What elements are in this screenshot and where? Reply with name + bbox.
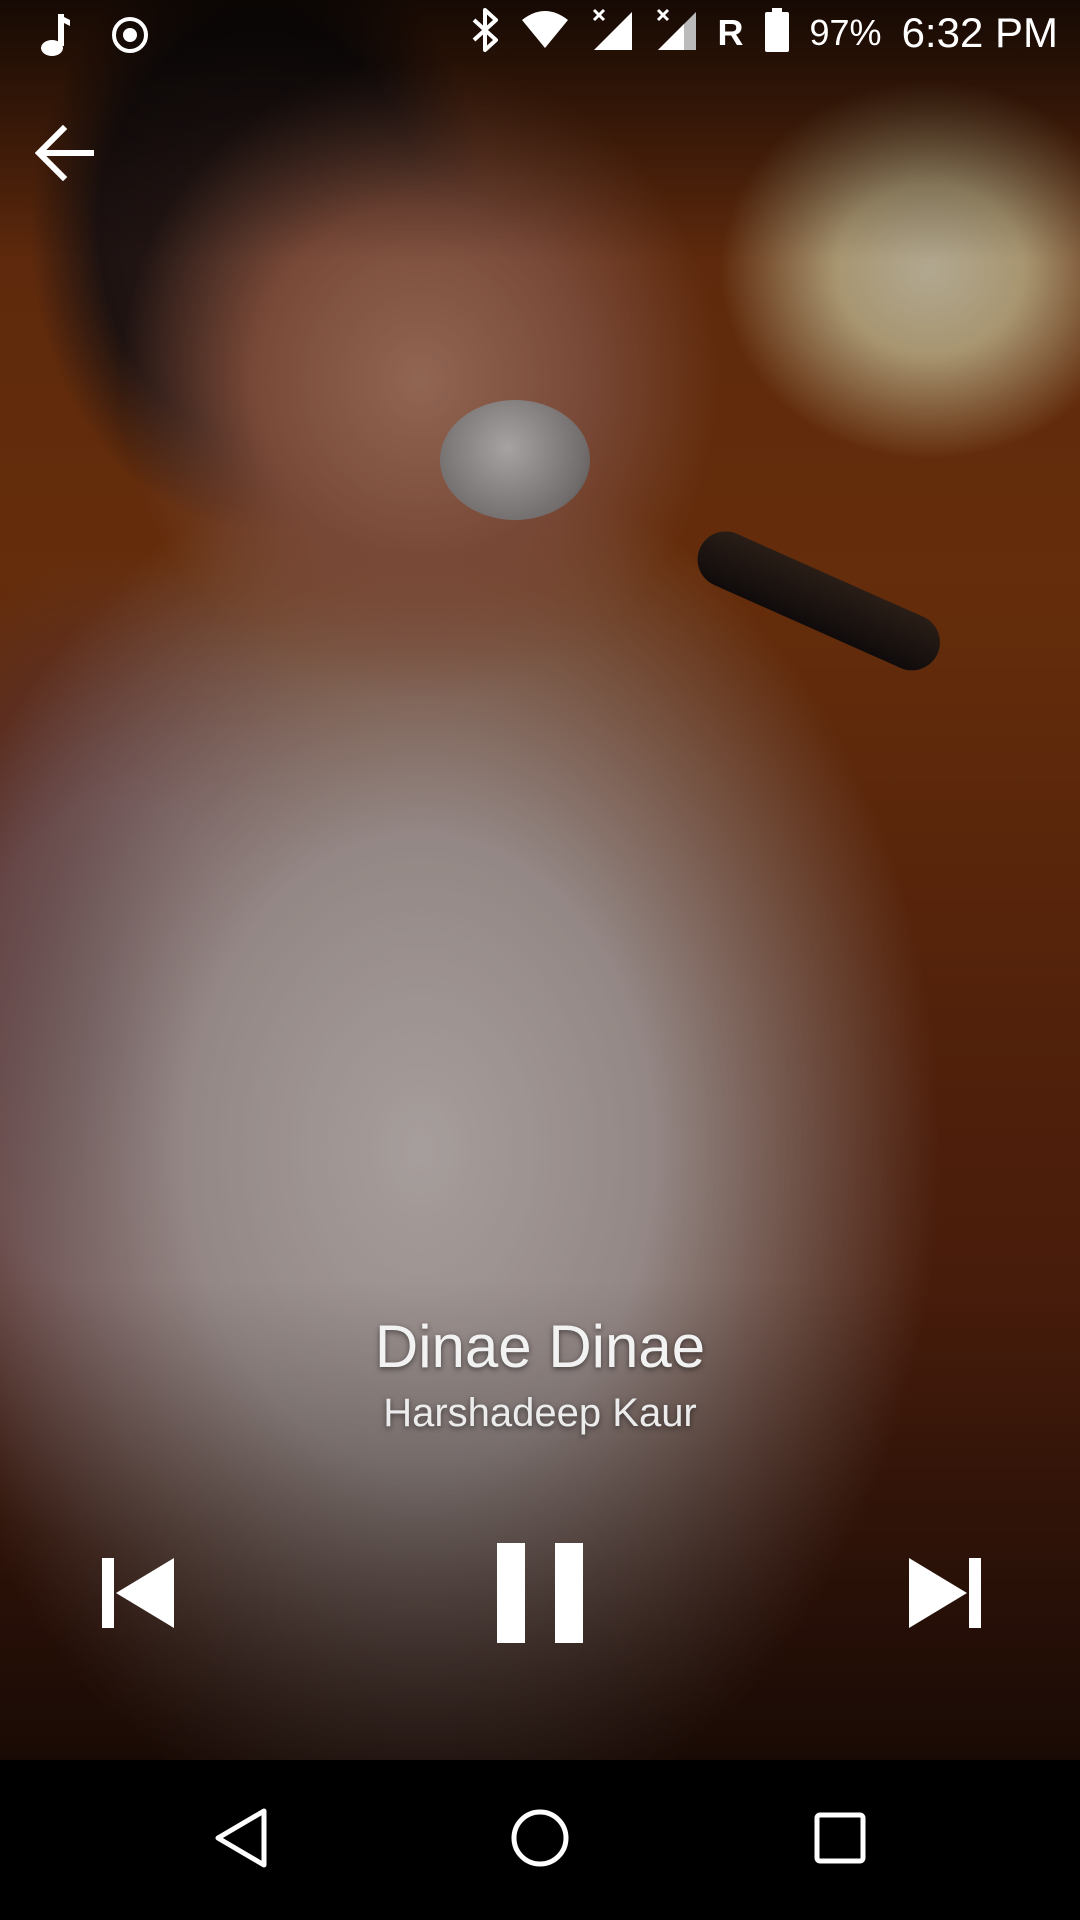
wifi-icon [520,10,570,55]
next-track-button[interactable] [895,1550,995,1640]
nav-back-icon [212,1807,268,1874]
nav-home-button[interactable] [500,1800,580,1880]
track-info: Dinae Dinae Harshadeep Kaur [0,1310,1080,1440]
status-bar: R 97% 6:32 PM [0,0,1080,72]
nav-home-icon [510,1808,570,1873]
cell-signal-icon [590,8,634,57]
track-artist: Harshadeep Kaur [383,1391,697,1435]
previous-track-button[interactable] [88,1550,188,1640]
nav-recents-icon [813,1811,867,1870]
battery-percent: 97% [809,11,882,53]
track-title: Dinae Dinae [374,1313,706,1380]
pause-icon [495,1541,585,1650]
nav-back-button[interactable] [200,1800,280,1880]
roaming-indicator: R [717,11,744,53]
navigation-bar [0,1760,1080,1920]
music-note-icon [38,12,72,63]
arrow-back-icon [34,124,95,186]
music-player-screen: R 97% 6:32 PM Dinae Dinae Harshadeep Kau… [0,0,1080,1920]
pause-button[interactable] [480,1535,600,1655]
nav-recents-button[interactable] [800,1800,880,1880]
radio-target-icon [110,15,150,60]
cell-signal-icon [654,8,698,57]
battery-icon [764,8,790,57]
skip-next-icon [907,1556,983,1635]
bluetooth-icon [470,8,500,57]
status-time: 6:32 PM [901,8,1058,56]
back-button[interactable] [30,120,100,190]
skip-previous-icon [100,1556,176,1635]
